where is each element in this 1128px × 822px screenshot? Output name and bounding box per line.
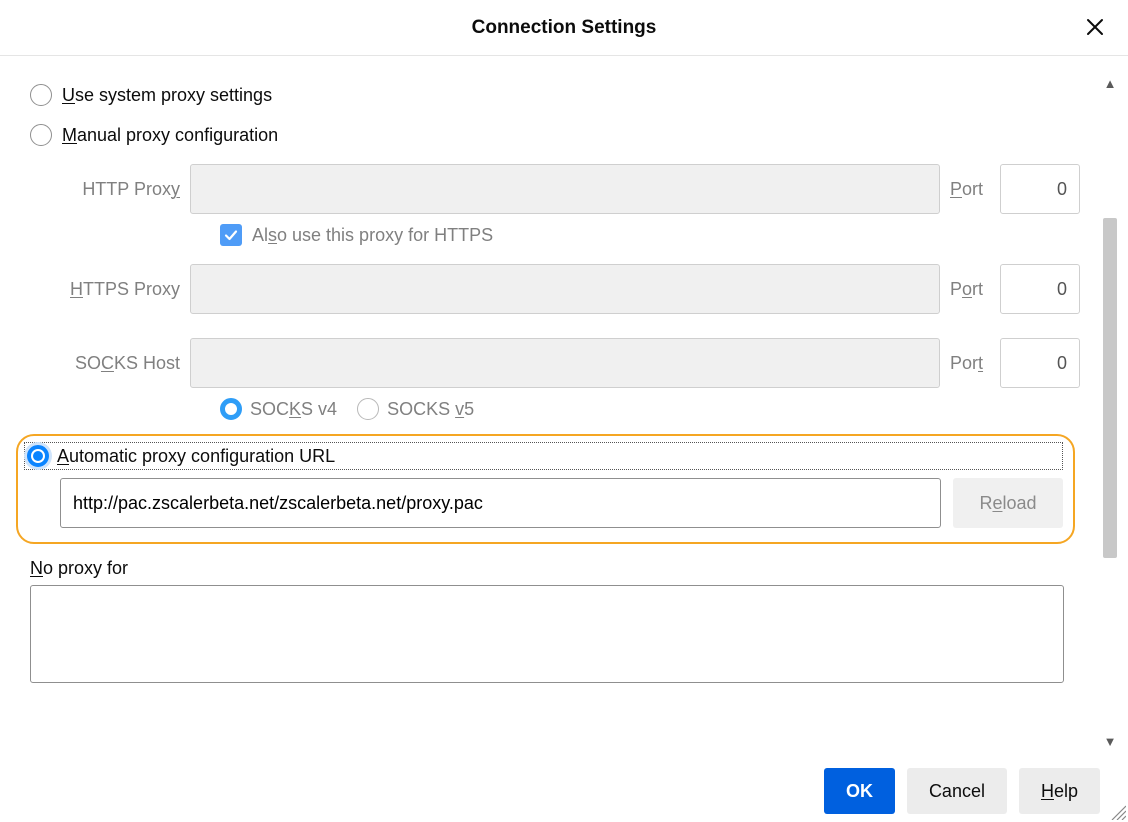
reload-button[interactable]: Reload bbox=[953, 478, 1063, 528]
scroll-track[interactable] bbox=[1103, 98, 1117, 730]
socks-port-input[interactable] bbox=[1000, 338, 1080, 388]
manual-proxy-label: Manual proxy configuration bbox=[62, 125, 278, 146]
content-area: Use system proxy settings Manual proxy c… bbox=[0, 56, 1128, 760]
close-icon bbox=[1085, 17, 1105, 37]
manual-proxy-fields: HTTP Proxy Port Also use this proxy for … bbox=[30, 164, 1085, 420]
socks-host-row: SOCKS Host Port bbox=[70, 338, 1085, 388]
radio-icon bbox=[30, 124, 52, 146]
radio-icon bbox=[30, 84, 52, 106]
socks-version-row: SOCKS v4 SOCKS v5 bbox=[70, 398, 1085, 420]
checkbox-icon bbox=[220, 224, 242, 246]
scroll-pane: Use system proxy settings Manual proxy c… bbox=[0, 56, 1085, 760]
pac-url-row: Reload bbox=[24, 478, 1063, 528]
cancel-button[interactable]: Cancel bbox=[907, 768, 1007, 814]
reload-label: Reload bbox=[979, 493, 1036, 514]
http-port-label: Port bbox=[950, 179, 990, 200]
use-system-proxy-option[interactable]: Use system proxy settings bbox=[30, 84, 1085, 106]
no-proxy-label: No proxy for bbox=[30, 558, 1085, 579]
close-button[interactable] bbox=[1078, 10, 1112, 44]
connection-settings-dialog: Connection Settings Use system proxy set… bbox=[0, 0, 1128, 822]
http-proxy-label: HTTP Proxy bbox=[70, 179, 180, 200]
radio-icon bbox=[220, 398, 242, 420]
help-button[interactable]: Help bbox=[1019, 768, 1100, 814]
also-https-row[interactable]: Also use this proxy for HTTPS bbox=[70, 224, 1085, 246]
https-proxy-label: HTTPS Proxy bbox=[70, 279, 180, 300]
vertical-scrollbar[interactable]: ▲ ▼ bbox=[1100, 76, 1120, 752]
titlebar: Connection Settings bbox=[0, 0, 1128, 56]
socks-v5-label: SOCKS v5 bbox=[387, 399, 474, 420]
radio-icon bbox=[27, 445, 49, 467]
https-port-label: Port bbox=[950, 279, 990, 300]
http-port-input[interactable] bbox=[1000, 164, 1080, 214]
http-proxy-row: HTTP Proxy Port bbox=[70, 164, 1085, 214]
ok-button[interactable]: OK bbox=[824, 768, 895, 814]
scroll-thumb[interactable] bbox=[1103, 218, 1117, 558]
manual-proxy-option[interactable]: Manual proxy configuration bbox=[30, 124, 1085, 146]
scroll-up-arrow-icon[interactable]: ▲ bbox=[1100, 76, 1120, 94]
dialog-footer: OK Cancel Help bbox=[0, 760, 1128, 822]
socks-v4-option[interactable]: SOCKS v4 bbox=[220, 398, 337, 420]
https-proxy-input[interactable] bbox=[190, 264, 940, 314]
dialog-title: Connection Settings bbox=[472, 17, 657, 39]
socks-v4-label: SOCKS v4 bbox=[250, 399, 337, 420]
auto-proxy-option[interactable]: Automatic proxy configuration URL bbox=[24, 442, 1063, 470]
socks-port-label: Port bbox=[950, 353, 990, 374]
radio-icon bbox=[357, 398, 379, 420]
https-proxy-row: HTTPS Proxy Port bbox=[70, 264, 1085, 314]
also-https-label: Also use this proxy for HTTPS bbox=[252, 225, 493, 246]
no-proxy-textarea[interactable] bbox=[30, 585, 1064, 683]
auto-proxy-section: Automatic proxy configuration URL Reload bbox=[16, 434, 1075, 544]
https-port-input[interactable] bbox=[1000, 264, 1080, 314]
socks-host-input[interactable] bbox=[190, 338, 940, 388]
auto-proxy-label: Automatic proxy configuration URL bbox=[57, 446, 335, 467]
http-proxy-input[interactable] bbox=[190, 164, 940, 214]
scroll-down-arrow-icon[interactable]: ▼ bbox=[1100, 734, 1120, 752]
use-system-proxy-label: Use system proxy settings bbox=[62, 85, 272, 106]
socks-host-label: SOCKS Host bbox=[70, 353, 180, 374]
socks-v5-option[interactable]: SOCKS v5 bbox=[357, 398, 474, 420]
pac-url-input[interactable] bbox=[60, 478, 941, 528]
resize-grip-icon[interactable] bbox=[1108, 802, 1126, 820]
